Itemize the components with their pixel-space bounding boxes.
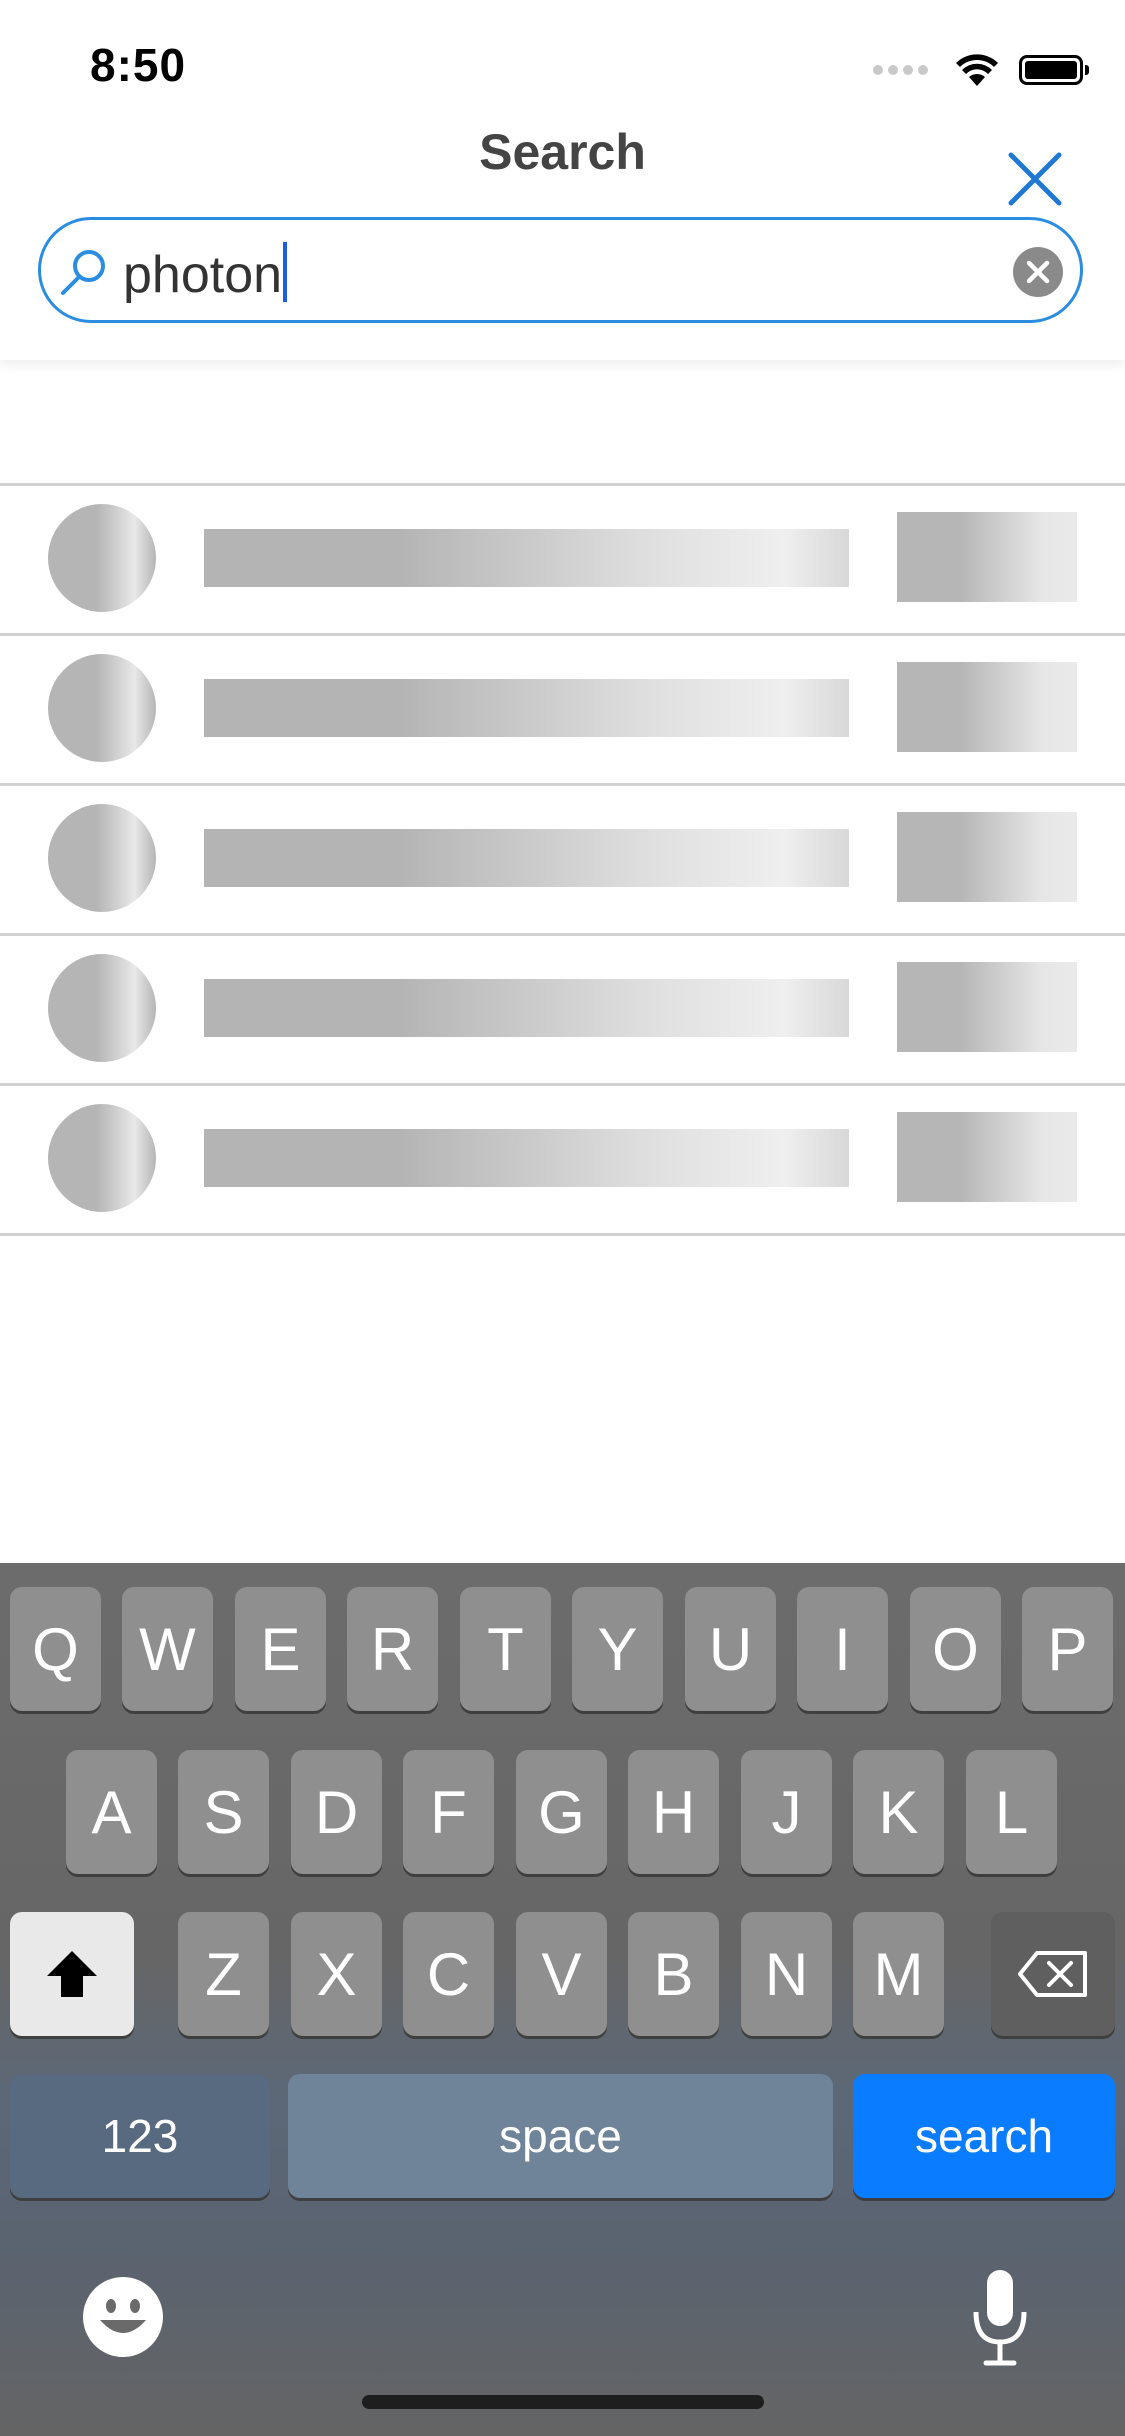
backspace-icon — [1018, 1951, 1087, 1997]
skeleton-row — [0, 483, 1125, 633]
battery-icon — [1019, 55, 1089, 85]
home-indicator — [362, 2395, 764, 2409]
skeleton-avatar — [48, 654, 156, 762]
key-m[interactable]: M — [853, 1912, 944, 2036]
skeleton-thumbnail — [897, 512, 1077, 602]
search-field[interactable]: photon — [38, 217, 1083, 323]
key-y[interactable]: Y — [572, 1587, 663, 1711]
key-q[interactable]: Q — [10, 1587, 101, 1711]
skeleton-text — [204, 679, 849, 737]
key-o[interactable]: O — [910, 1587, 1001, 1711]
key-r[interactable]: R — [347, 1587, 438, 1711]
key-l[interactable]: L — [966, 1750, 1057, 1874]
skeleton-thumbnail — [897, 812, 1077, 902]
key-p[interactable]: P — [1022, 1587, 1113, 1711]
key-b[interactable]: B — [628, 1912, 719, 2036]
skeleton-text — [204, 829, 849, 887]
skeleton-avatar — [48, 804, 156, 912]
microphone-icon[interactable] — [970, 2268, 1030, 2368]
key-s[interactable]: S — [178, 1750, 269, 1874]
numbers-key[interactable]: 123 — [10, 2074, 270, 2198]
key-f[interactable]: F — [403, 1750, 494, 1874]
skeleton-row — [0, 933, 1125, 1083]
key-t[interactable]: T — [460, 1587, 551, 1711]
emoji-icon[interactable] — [82, 2276, 164, 2358]
key-d[interactable]: D — [291, 1750, 382, 1874]
skeleton-thumbnail — [897, 662, 1077, 752]
skeleton-row — [0, 633, 1125, 783]
skeleton-avatar — [48, 1104, 156, 1212]
search-header: 8:50 Search photon — [0, 0, 1125, 360]
skeleton-text — [204, 979, 849, 1037]
search-input[interactable]: photon — [123, 242, 288, 305]
wifi-icon — [956, 54, 998, 86]
key-x[interactable]: X — [291, 1912, 382, 2036]
skeleton-avatar — [48, 504, 156, 612]
shift-icon — [47, 1951, 97, 1997]
clear-icon[interactable] — [1013, 247, 1063, 297]
status-icons — [873, 50, 1089, 90]
search-key[interactable]: search — [853, 2074, 1115, 2198]
key-z[interactable]: Z — [178, 1912, 269, 2036]
skeleton-avatar — [48, 954, 156, 1062]
key-i[interactable]: I — [797, 1587, 888, 1711]
space-key[interactable]: space — [288, 2074, 833, 2198]
status-time: 8:50 — [90, 39, 187, 91]
key-g[interactable]: G — [516, 1750, 607, 1874]
close-icon[interactable] — [1006, 150, 1064, 208]
shift-key[interactable] — [10, 1912, 134, 2036]
key-h[interactable]: H — [628, 1750, 719, 1874]
skeleton-text — [204, 1129, 849, 1187]
key-v[interactable]: V — [516, 1912, 607, 2036]
signal-dots-icon — [873, 65, 933, 75]
skeleton-row — [0, 1083, 1125, 1236]
search-input-text: photon — [123, 246, 283, 304]
skeleton-thumbnail — [897, 962, 1077, 1052]
skeleton-text — [204, 529, 849, 587]
text-caret — [283, 242, 288, 302]
key-j[interactable]: J — [741, 1750, 832, 1874]
key-n[interactable]: N — [741, 1912, 832, 2036]
key-w[interactable]: W — [122, 1587, 213, 1711]
search-icon — [61, 250, 105, 295]
key-a[interactable]: A — [66, 1750, 157, 1874]
key-c[interactable]: C — [403, 1912, 494, 2036]
key-k[interactable]: K — [853, 1750, 944, 1874]
key-e[interactable]: E — [235, 1587, 326, 1711]
results-skeleton-list — [0, 483, 1125, 1236]
skeleton-thumbnail — [897, 1112, 1077, 1202]
skeleton-row — [0, 783, 1125, 933]
key-u[interactable]: U — [685, 1587, 776, 1711]
backspace-key[interactable] — [991, 1912, 1115, 2036]
page-title: Search — [479, 124, 646, 180]
